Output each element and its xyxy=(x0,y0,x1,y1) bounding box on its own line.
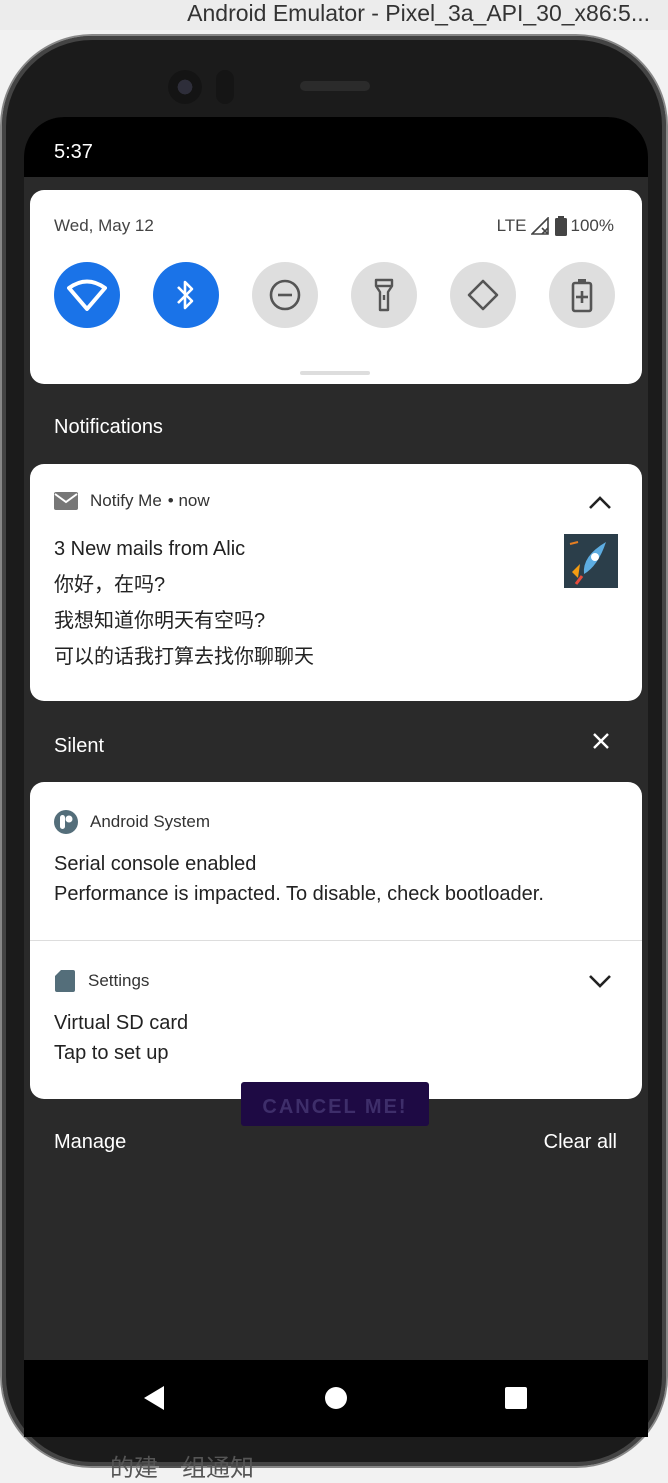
rocket-icon xyxy=(564,534,618,588)
status-time: 5:37 xyxy=(54,141,93,163)
do-not-disturb-icon xyxy=(269,279,301,311)
notify-me-line-2: 你好，在吗? xyxy=(54,574,166,596)
mail-icon xyxy=(54,492,78,510)
wifi-icon xyxy=(67,279,107,311)
bluetooth-tile[interactable] xyxy=(153,262,219,328)
battery-percent: 100% xyxy=(570,216,614,235)
android-system-content: Serial console enabled Performance is im… xyxy=(54,849,544,909)
android-system-body: Performance is impacted. To disable, che… xyxy=(54,883,544,905)
settings-body: Tap to set up xyxy=(54,1042,169,1064)
notify-me-line-3: 我想知道你明天有空吗? xyxy=(54,610,266,632)
wifi-tile[interactable] xyxy=(54,262,120,328)
network-type: LTE xyxy=(496,216,527,235)
chevron-up-icon[interactable] xyxy=(588,494,612,510)
flashlight-icon xyxy=(374,278,394,312)
clear-all-button[interactable]: Clear all xyxy=(544,1131,617,1154)
auto-rotate-tile[interactable] xyxy=(450,262,516,328)
background-app-text: 的建一组通知 xyxy=(110,1455,254,1482)
notification-divider xyxy=(30,940,642,941)
qs-status-icons: LTE 100% xyxy=(497,216,614,236)
battery-icon xyxy=(554,216,567,236)
chevron-down-icon[interactable] xyxy=(588,973,612,989)
close-icon xyxy=(593,733,609,749)
manage-button[interactable]: Manage xyxy=(54,1131,126,1154)
front-camera xyxy=(168,70,202,104)
cancel-me-button: CANCEL ME! xyxy=(241,1082,429,1126)
quick-settings-panel[interactable]: Wed, May 12 LTE 100% xyxy=(30,190,642,384)
auto-rotate-icon xyxy=(467,279,499,311)
notifications-header: Notifications xyxy=(54,416,163,438)
window-title: Android Emulator - Pixel_3a_API_30_x86:5… xyxy=(187,0,650,26)
silent-notification-group: Android System Serial console enabled Pe… xyxy=(30,782,642,1099)
android-system-icon xyxy=(54,810,78,834)
earpiece-speaker xyxy=(300,81,370,91)
notify-me-app-row: Notify Me • now xyxy=(54,491,210,511)
navigation-bar xyxy=(24,1360,648,1437)
android-system-app-row: Android System xyxy=(54,810,210,834)
notify-me-app-name: Notify Me xyxy=(90,491,162,510)
battery-saver-icon xyxy=(571,279,593,313)
bluetooth-icon xyxy=(177,280,194,310)
home-icon[interactable] xyxy=(324,1384,348,1412)
qs-date[interactable]: Wed, May 12 xyxy=(54,216,154,236)
window-title-bar: Android Emulator - Pixel_3a_API_30_x86:5… xyxy=(0,0,668,30)
recents-icon[interactable] xyxy=(504,1384,528,1412)
battery-saver-tile[interactable] xyxy=(549,262,615,328)
status-bar: 5:37 xyxy=(24,117,648,177)
notify-me-content: 3 New mails from Alic 你好，在吗? 我想知道你明天有空吗?… xyxy=(54,531,314,675)
flashlight-tile[interactable] xyxy=(351,262,417,328)
sd-card-icon xyxy=(55,970,75,992)
dismiss-silent-button[interactable] xyxy=(592,731,610,755)
settings-content: Virtual SD card Tap to set up xyxy=(54,1008,188,1068)
rocket-thumbnail xyxy=(564,534,618,588)
expand-handle[interactable] xyxy=(300,371,370,375)
proximity-sensor xyxy=(216,70,234,104)
back-icon[interactable] xyxy=(142,1384,166,1412)
silent-header: Silent xyxy=(54,735,105,757)
android-system-app-name: Android System xyxy=(90,812,210,831)
settings-app-row: Settings xyxy=(54,969,149,993)
signal-icon xyxy=(530,217,549,235)
settings-title: Virtual SD card xyxy=(54,1012,189,1034)
notify-me-line-1: 3 New mails from Alic xyxy=(54,538,246,560)
device-screen: 5:37 Wed, May 12 LTE 100% Notifications … xyxy=(24,117,648,1437)
notify-me-line-4: 可以的话我打算去找你聊聊天 xyxy=(54,646,314,668)
do-not-disturb-tile[interactable] xyxy=(252,262,318,328)
notify-me-notification[interactable]: Notify Me • now 3 New mails from Alic 你好… xyxy=(30,464,642,701)
notify-me-time: • now xyxy=(167,491,210,510)
settings-app-name: Settings xyxy=(88,971,150,990)
android-system-title: Serial console enabled xyxy=(54,853,257,875)
